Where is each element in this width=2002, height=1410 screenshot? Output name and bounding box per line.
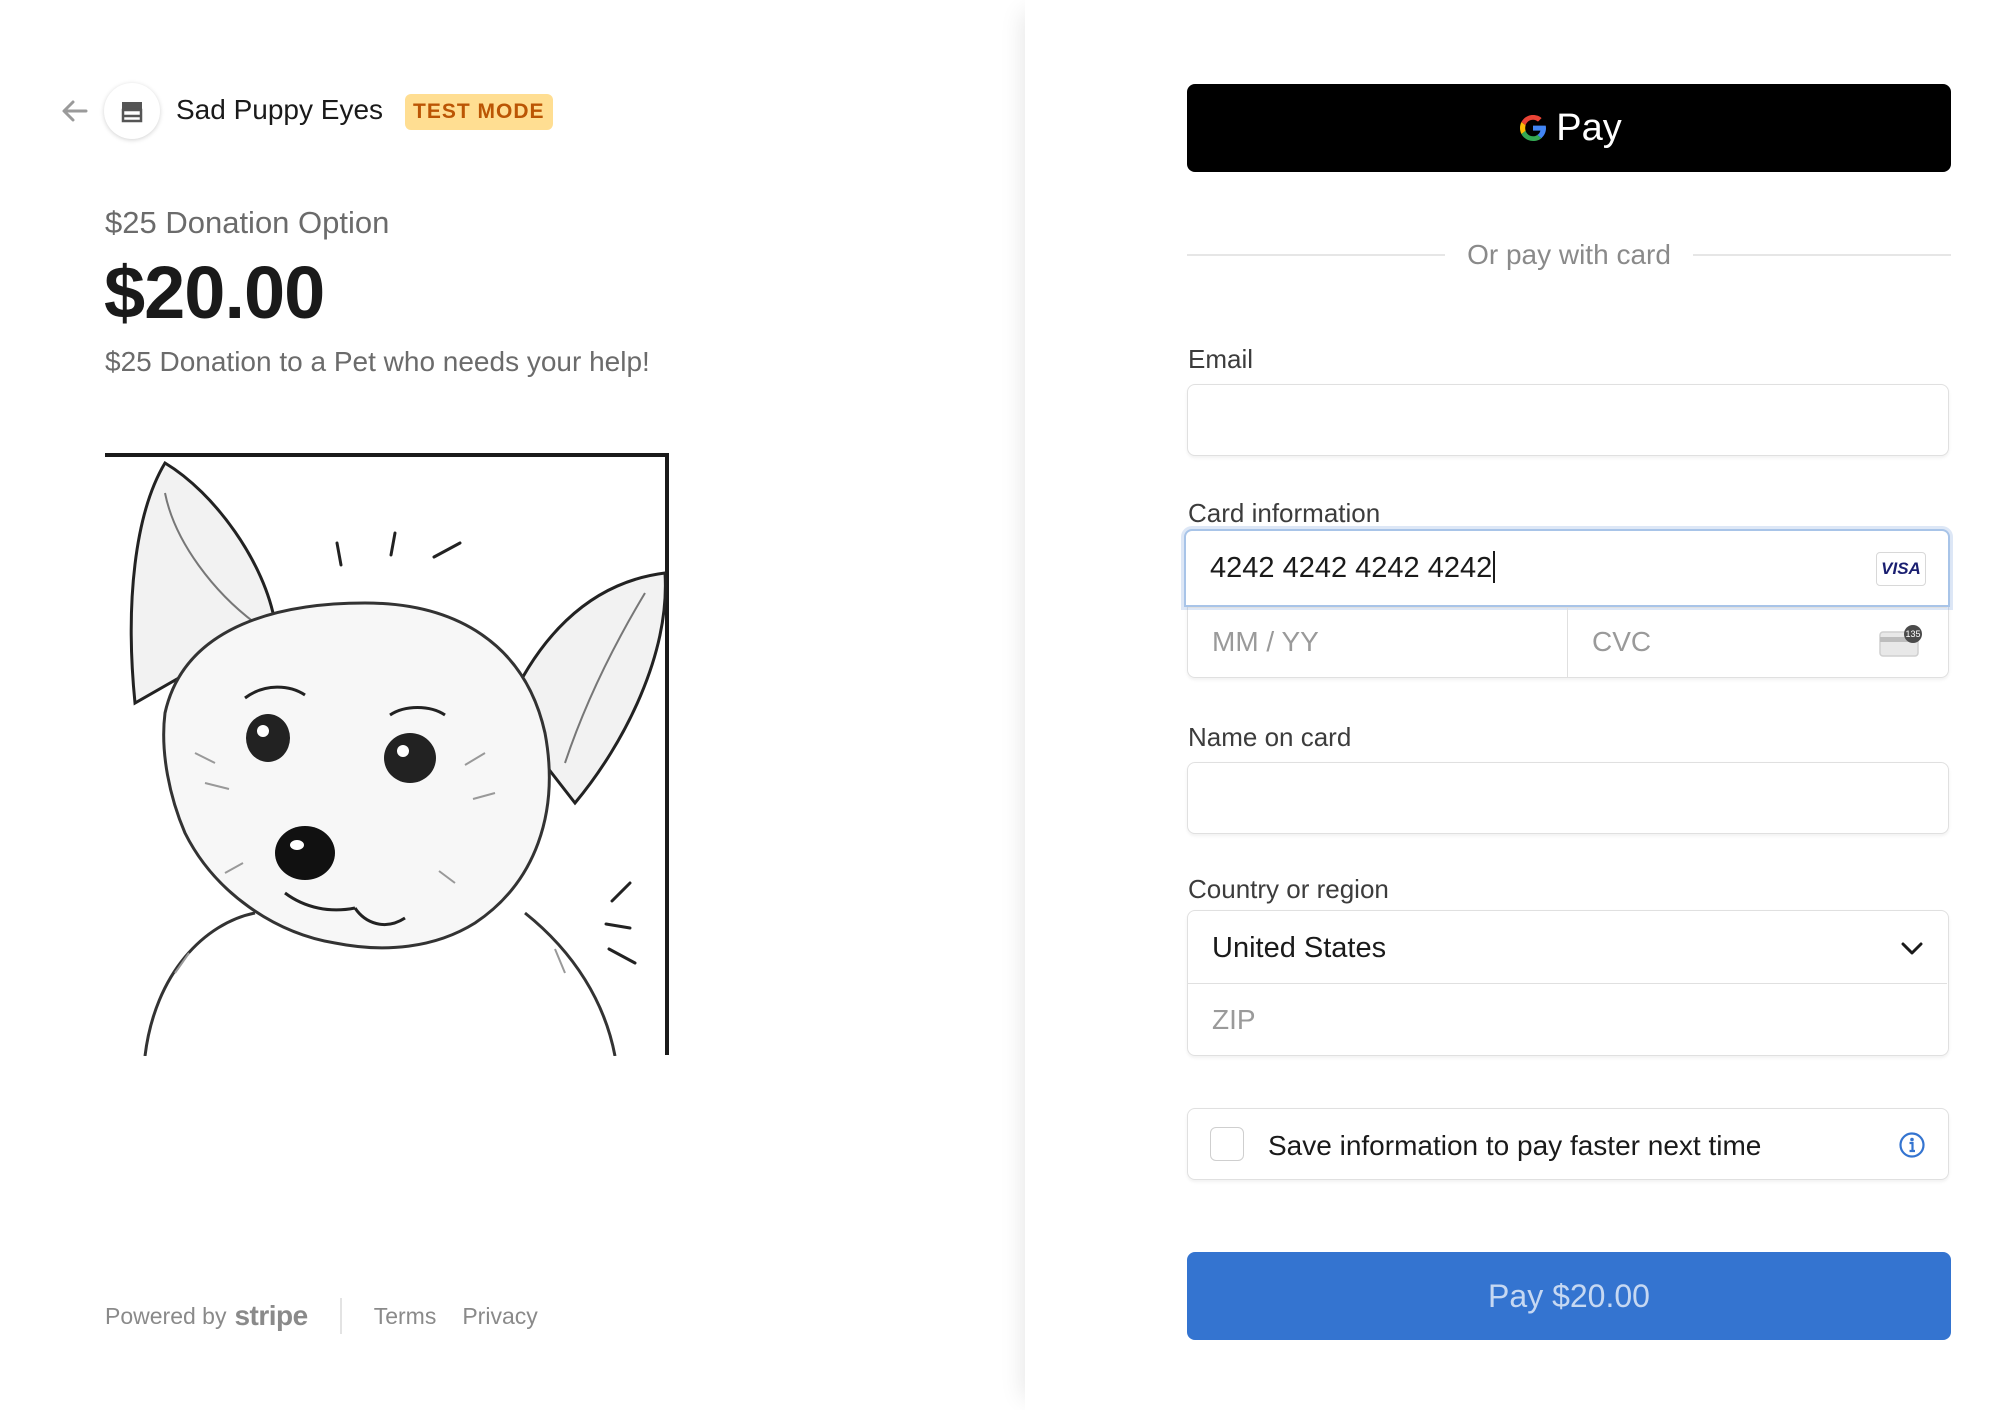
powered-by-text: Powered by — [105, 1302, 227, 1329]
country-selected-value: United States — [1212, 932, 1387, 964]
corgi-illustration-image — [105, 453, 669, 1057]
email-label: Email — [1188, 344, 1254, 374]
product-name: $25 Donation Option — [105, 205, 390, 240]
google-g-icon — [1520, 115, 1547, 141]
cvc-icon-digits: 135 — [1905, 629, 1920, 639]
or-pay-with-card-divider: Or pay with card — [1187, 235, 1951, 275]
card-information-label: Card information — [1188, 498, 1381, 528]
order-summary-pane: Sad Puppy Eyes TEST MODE $25 Donation Op… — [0, 0, 1025, 1410]
save-info-checkbox[interactable] — [1210, 1127, 1244, 1161]
privacy-link[interactable]: Privacy — [462, 1303, 537, 1330]
divider-line — [1693, 254, 1951, 256]
back-arrow-icon[interactable] — [60, 96, 90, 126]
google-pay-label: Pay — [1556, 106, 1622, 149]
pay-button-label: Pay $20.00 — [1488, 1277, 1650, 1314]
google-pay-button[interactable]: Pay — [1187, 84, 1951, 172]
expiry-field[interactable]: MM / YY — [1188, 608, 1568, 678]
info-icon[interactable] — [1898, 1131, 1926, 1159]
stripe-logo[interactable]: stripe — [234, 1300, 308, 1332]
email-field[interactable] — [1188, 385, 1948, 455]
card-information-group: 4242 4242 4242 4242 VISA MM / YY CVC 135 — [1184, 529, 1950, 678]
email-field-wrapper — [1187, 384, 1949, 456]
save-info-label[interactable]: Save information to pay faster next time — [1268, 1130, 1761, 1162]
expiry-placeholder: MM / YY — [1212, 626, 1319, 657]
visa-card-icon: VISA — [1876, 552, 1926, 586]
country-label: Country or region — [1188, 874, 1389, 904]
card-number-value: 4242 4242 4242 4242 — [1210, 551, 1496, 585]
payment-pane — [1025, 0, 2002, 1410]
name-on-card-field[interactable] — [1188, 763, 1948, 833]
store-icon — [104, 83, 160, 139]
cvc-field[interactable]: CVC 135 — [1568, 608, 1947, 678]
product-price: $20.00 — [104, 251, 325, 334]
chevron-down-icon — [1901, 942, 1923, 955]
merchant-name: Sad Puppy Eyes — [176, 94, 384, 125]
zip-field[interactable]: ZIP — [1188, 983, 1947, 1055]
cvc-placeholder: CVC — [1592, 626, 1652, 657]
footer: Powered by stripe Terms Privacy — [105, 1298, 564, 1334]
footer-divider — [339, 1298, 342, 1334]
country-zip-group: United States ZIP — [1187, 910, 1949, 1056]
cvc-card-icon: 135 — [1879, 625, 1922, 657]
name-on-card-wrapper — [1187, 762, 1949, 834]
text-caret — [1493, 551, 1496, 583]
country-select[interactable]: United States — [1188, 911, 1947, 983]
test-mode-badge: TEST MODE — [405, 94, 553, 130]
product-description: $25 Donation to a Pet who needs your hel… — [105, 346, 650, 377]
card-number-field[interactable]: 4242 4242 4242 4242 VISA — [1184, 529, 1950, 607]
terms-link[interactable]: Terms — [374, 1303, 437, 1330]
save-info-box: Save information to pay faster next time — [1187, 1108, 1949, 1180]
card-expiry-cvc-row: MM / YY CVC 135 — [1188, 607, 1947, 678]
name-on-card-label: Name on card — [1188, 722, 1352, 752]
pay-button[interactable]: Pay $20.00 — [1187, 1252, 1951, 1340]
zip-placeholder: ZIP — [1212, 1004, 1256, 1035]
